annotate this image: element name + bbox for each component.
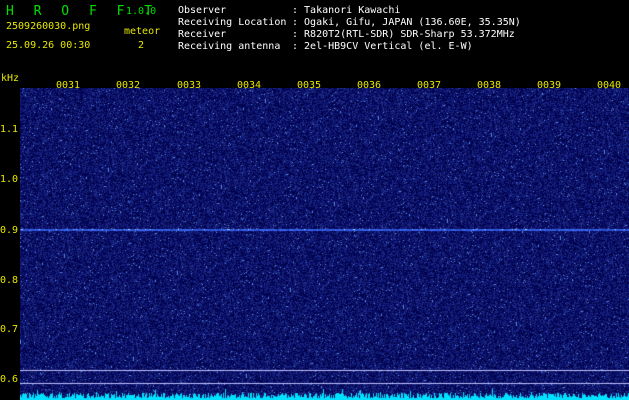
y-tick-0.6: 0.6 bbox=[0, 374, 19, 385]
location-label: Receiving Location bbox=[178, 17, 287, 28]
app-version: 1.0.0 bbox=[126, 6, 157, 17]
y-tick-0.7: 0.7 bbox=[0, 324, 19, 335]
meteor-count: 2 bbox=[138, 40, 145, 51]
y-tick-1.0: 1.0 bbox=[0, 174, 19, 185]
timestamp: 25.09.26 00:30 bbox=[6, 40, 91, 51]
y-tick-1.1: 1.1 bbox=[0, 124, 19, 135]
spectrogram bbox=[20, 88, 629, 400]
meteor-label: meteor bbox=[124, 26, 161, 37]
y-tick-0.8: 0.8 bbox=[0, 275, 19, 286]
receiver-label: Receiver bbox=[178, 29, 227, 40]
y-axis-unit: kHz bbox=[1, 73, 20, 84]
receiver-value: : R820T2(RTL-SDR) SDR-Sharp 53.372MHz bbox=[292, 29, 515, 40]
y-tick-0.9: 0.9 bbox=[0, 225, 19, 236]
antenna-label: Receiving antenna bbox=[178, 41, 281, 52]
location-value: : Ogaki, Gifu, JAPAN (136.60E, 35.35N) bbox=[292, 17, 521, 28]
file-name: 2509260030.png bbox=[6, 21, 91, 32]
observer-value: : Takanori Kawachi bbox=[292, 5, 401, 16]
observer-label: Observer bbox=[178, 5, 227, 16]
antenna-value: : 2el-HB9CV Vertical (el. E-W) bbox=[292, 41, 473, 52]
